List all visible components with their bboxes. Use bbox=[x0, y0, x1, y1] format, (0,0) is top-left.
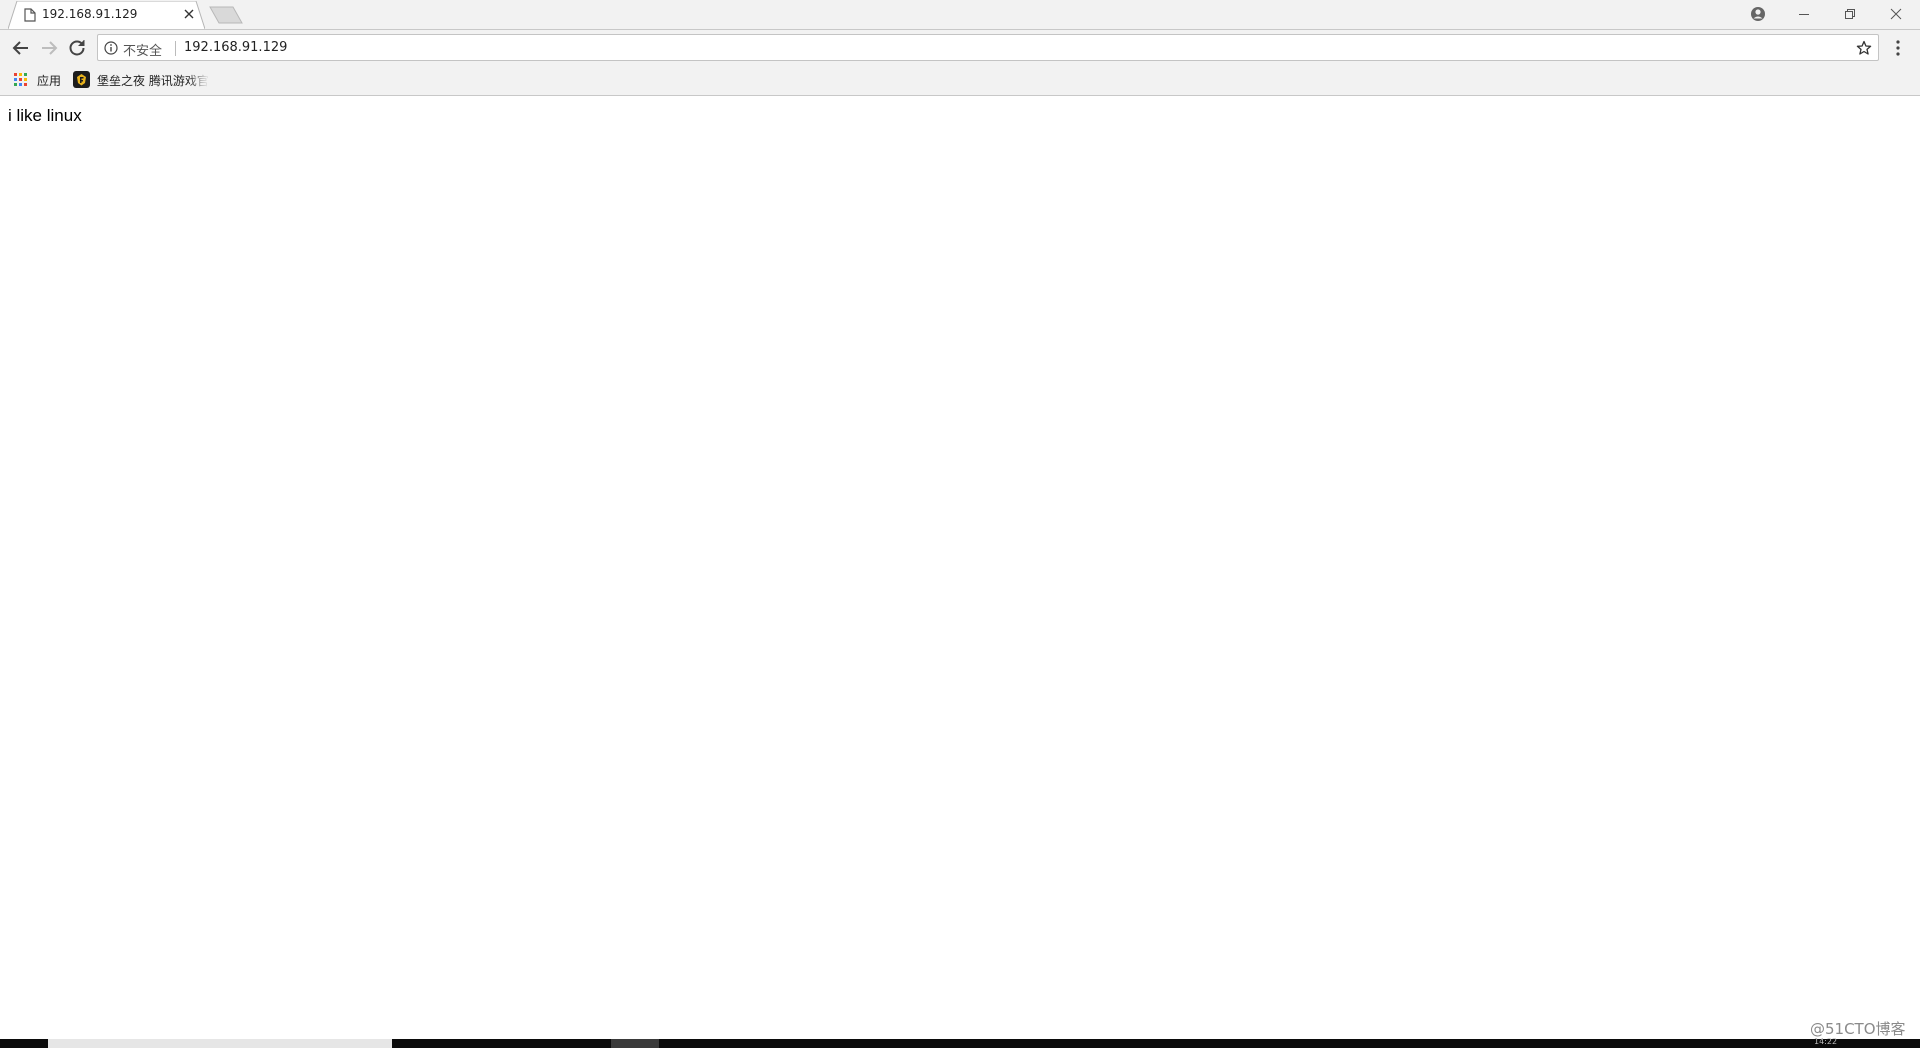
label-fade bbox=[187, 70, 209, 90]
restore-icon bbox=[1845, 9, 1855, 19]
reload-icon[interactable] bbox=[65, 36, 89, 60]
forward-icon[interactable] bbox=[37, 36, 61, 60]
divider bbox=[175, 41, 176, 56]
tab-title: 192.168.91.129 bbox=[42, 7, 138, 21]
page-body-text: i like linux bbox=[8, 106, 82, 125]
tab-strip: 192.168.91.129 bbox=[0, 0, 1920, 29]
url-text[interactable]: 192.168.91.129 bbox=[184, 40, 287, 55]
toolbar: 不安全 192.168.91.129 bbox=[0, 29, 1920, 64]
fortnite-icon bbox=[73, 71, 90, 88]
taskbar-active-app[interactable] bbox=[611, 1039, 659, 1048]
minimize-icon bbox=[1799, 14, 1809, 15]
taskbar: 14:22 bbox=[0, 1037, 1920, 1048]
watermark: @51CTO博客 bbox=[1810, 1020, 1906, 1038]
apps-grid-icon bbox=[14, 73, 28, 87]
bookmarks-bar: 应用 堡垒之夜 腾讯游戏官 bbox=[0, 64, 1920, 96]
address-bar[interactable]: 不安全 192.168.91.129 bbox=[97, 34, 1879, 61]
bookmark-fortnite[interactable]: 堡垒之夜 腾讯游戏官 bbox=[73, 70, 209, 90]
menu-icon[interactable] bbox=[1890, 38, 1906, 58]
info-icon[interactable] bbox=[104, 41, 118, 55]
bookmark-label: 应用 bbox=[37, 74, 62, 88]
close-window-button[interactable] bbox=[1873, 0, 1919, 29]
page-icon bbox=[24, 8, 36, 22]
taskbar-search-box[interactable] bbox=[48, 1039, 392, 1048]
close-icon bbox=[1890, 8, 1902, 20]
new-tab-button[interactable] bbox=[208, 6, 244, 24]
active-tab[interactable]: 192.168.91.129 bbox=[8, 1, 205, 29]
security-label[interactable]: 不安全 bbox=[123, 40, 162, 59]
page-content: i like linux bbox=[0, 97, 1920, 1039]
back-icon[interactable] bbox=[9, 36, 33, 60]
minimize-button[interactable] bbox=[1781, 0, 1827, 29]
bookmark-apps[interactable]: 应用 bbox=[14, 70, 64, 90]
profile-icon[interactable] bbox=[1750, 6, 1766, 22]
restore-button[interactable] bbox=[1827, 0, 1873, 29]
bookmark-star-icon[interactable] bbox=[1856, 40, 1872, 56]
tab-close-icon[interactable] bbox=[182, 7, 196, 21]
